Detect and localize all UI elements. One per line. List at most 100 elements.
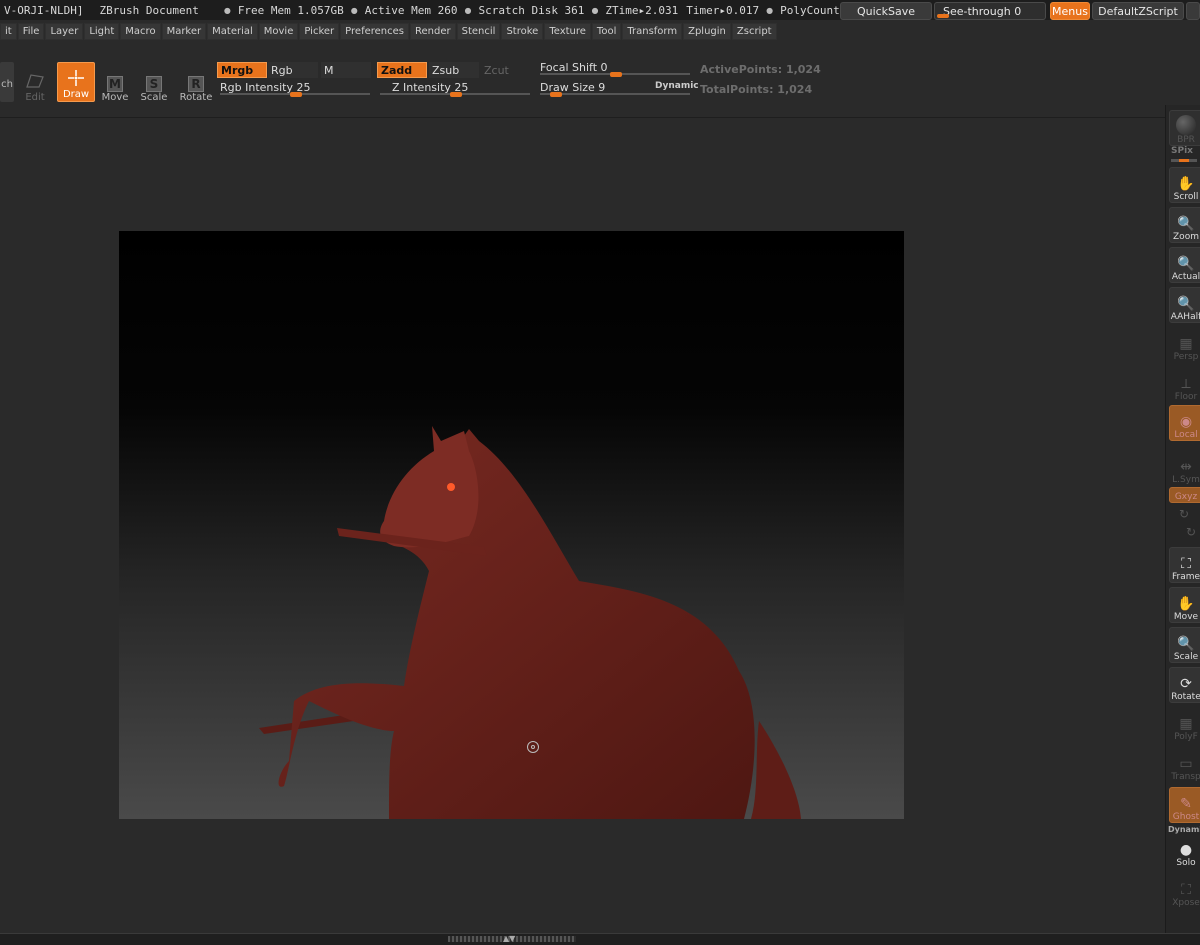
menu-item-picker[interactable]: Picker [299,22,340,40]
menu-item-file[interactable]: File [17,22,45,40]
scratch-disk: Scratch Disk 361 [478,3,585,17]
see-through-slider[interactable]: See-through 0 [934,2,1046,20]
timer: Timer▸0.017 [686,3,760,17]
menu-item-preferences[interactable]: Preferences [340,22,409,40]
rotate-icon: R [188,76,204,92]
menu-item-layer[interactable]: Layer [45,22,84,40]
total-points: TotalPoints: 1,024 [700,83,813,96]
quicksave-button[interactable]: QuickSave [840,2,932,20]
rotate-icon: ⟳ [1180,676,1192,692]
partial-button[interactable]: ch [0,62,14,102]
bpr-button[interactable]: BPR [1169,110,1200,146]
draw-button[interactable]: Draw [57,62,95,102]
ztime: ZTime▸2.031 [605,3,679,17]
persp-button[interactable]: ▦ Persp [1169,327,1200,363]
tray-toggle-icon[interactable]: ▲▼ [503,934,515,943]
zcut-toggle[interactable]: Zcut [481,62,531,78]
menu-item-it[interactable]: it [0,22,17,40]
floor-button[interactable]: ⟂ Floor [1169,367,1200,403]
hand-move-icon: ✋ [1177,596,1195,612]
doc-path: V-ORJI-NLDH] [4,3,84,17]
magnifier-scale-icon: 🔍 [1177,636,1195,652]
zadd-toggle[interactable]: Zadd [377,62,427,78]
doc-name: ZBrush Document [99,3,199,17]
magnifier-half-icon: 🔍 [1177,296,1195,312]
edit-icon [24,70,46,92]
focal-shift-slider[interactable]: Focal Shift 0 [540,61,690,77]
rgb-toggle[interactable]: Rgb [268,62,318,78]
scale-button[interactable]: S Scale [135,64,173,104]
bottom-bar: ▲▼ [0,933,1200,945]
ghost-icon: ✎ [1180,796,1192,812]
rotate-z-icon[interactable]: ↻ [1186,525,1196,539]
transp-button[interactable]: ▭ Transp [1169,747,1200,783]
rotate-button[interactable]: R Rotate [177,64,215,104]
lsym-button[interactable]: ⇹ L.Sym [1169,450,1200,486]
solo-button[interactable]: ● Solo [1169,833,1200,869]
xpose-button[interactable]: ⛶ Xpose [1169,873,1200,909]
magnifier-actual-icon: 🔍 [1177,256,1195,272]
grid-icon: ▦ [1179,336,1193,352]
move-view-button[interactable]: ✋ Move [1169,587,1200,623]
local-button[interactable]: ◉ Local [1169,405,1200,441]
z-intensity-slider[interactable]: Z Intensity 25 [380,81,530,97]
menu-item-render[interactable]: Render [410,22,456,40]
dynamic-toggle[interactable]: Dynamic [655,81,699,91]
toolbar: ch Edit Draw M Move S Scale R Rotate Mrg… [0,52,1200,108]
menu-item-stencil[interactable]: Stencil [456,22,501,40]
rgb-intensity-knob[interactable] [290,92,302,97]
default-zscript-button[interactable]: DefaultZScript [1092,2,1184,20]
bpr-icon [1176,115,1196,135]
overflow-button[interactable] [1186,2,1200,20]
hand-icon: ✋ [1177,176,1195,192]
menu-item-texture[interactable]: Texture [544,22,591,40]
rotate-y-icon[interactable]: ↻ [1179,507,1189,521]
frame-button[interactable]: ⛶ Frame [1169,547,1200,583]
aahalf-button[interactable]: 🔍 AAHalf [1169,287,1200,323]
scroll-button[interactable]: ✋ Scroll [1169,167,1200,203]
spix-slider[interactable]: SPix [1171,146,1193,156]
move-button[interactable]: M Move [96,64,134,104]
polycount: PolyCount [780,3,840,17]
rgb-intensity-slider[interactable]: Rgb Intensity 25 [220,81,370,97]
zoom-button[interactable]: 🔍 Zoom [1169,207,1200,243]
menu-item-transform[interactable]: Transform [622,22,683,40]
active-points: ActivePoints: 1,024 [700,63,821,76]
mrgb-toggle[interactable]: Mrgb [217,62,267,78]
menu-item-macro[interactable]: Macro [120,22,161,40]
draw-size-knob[interactable] [550,92,562,97]
polyf-button[interactable]: ▦ PolyF [1169,707,1200,743]
menu-item-stroke[interactable]: Stroke [501,22,544,40]
menu-item-movie[interactable]: Movie [258,22,299,40]
menu-item-zplugin[interactable]: Zplugin [683,22,731,40]
edit-button[interactable]: Edit [16,64,54,104]
menu-item-zscript[interactable]: Zscript [731,22,777,40]
menu-item-material[interactable]: Material [207,22,258,40]
ghost-button[interactable]: ✎ Ghost [1169,787,1200,823]
spix-track[interactable] [1171,159,1197,162]
move-icon: M [107,76,123,92]
toolbar-separator [0,117,1165,118]
menus-button[interactable]: Menus [1050,2,1090,20]
z-intensity-knob[interactable] [450,92,462,97]
scale-icon: S [146,76,162,92]
see-through-knob[interactable] [937,14,949,18]
floor-icon: ⟂ [1181,376,1191,392]
actual-button[interactable]: 🔍 Actual [1169,247,1200,283]
menu-item-tool[interactable]: Tool [591,22,622,40]
zsub-toggle[interactable]: Zsub [429,62,479,78]
solo-icon: ● [1179,842,1193,858]
horse-model[interactable] [119,231,904,819]
free-mem: Free Mem 1.057GB [237,3,344,17]
focal-shift-knob[interactable] [610,72,622,77]
menu-item-light[interactable]: Light [84,22,120,40]
m-toggle[interactable]: M [321,62,371,78]
menu-item-marker[interactable]: Marker [161,22,207,40]
rotate-view-button[interactable]: ⟳ Rotate [1169,667,1200,703]
active-mem: Active Mem 260 [364,3,458,17]
frame-icon: ⛶ [1181,556,1191,572]
right-shelf: BPR SPix ✋ Scroll 🔍 Zoom 🔍 Actual 🔍 AAHalf ▦… [1165,105,1200,935]
document-canvas[interactable] [119,231,904,819]
scale-view-button[interactable]: 🔍 Scale [1169,627,1200,663]
xyz-button[interactable]: Gxyz [1169,487,1200,503]
